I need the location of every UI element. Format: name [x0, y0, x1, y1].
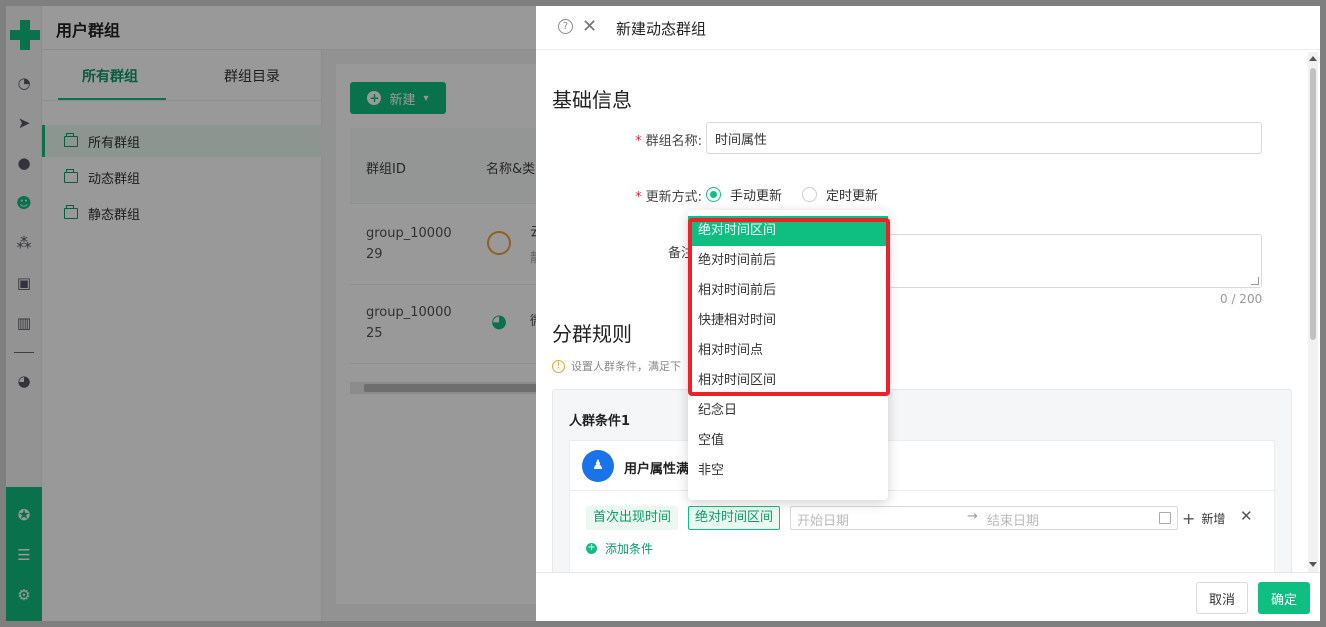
confirm-button[interactable]: 确定 [1258, 582, 1310, 614]
modal-overlay[interactable] [6, 6, 536, 621]
rule-card-header: ♟ 用户属性满 [570, 441, 1276, 491]
warning-icon: ! [552, 359, 565, 373]
scrollbar-thumb[interactable] [1310, 68, 1316, 340]
remark-label: 备注 [667, 246, 694, 261]
section-title-rules: 分群规则 [552, 322, 632, 346]
dropdown-option-anniversary[interactable]: 纪念日 [688, 396, 888, 426]
date-range-picker[interactable]: 开始日期 → 结束日期 [790, 506, 1178, 530]
drawer-title: 新建动态群组 [616, 20, 707, 38]
operator-select[interactable]: 绝对时间区间 [688, 506, 781, 530]
group-name-input[interactable]: 时间属性 [706, 122, 1262, 154]
scroll-down-icon[interactable] [1309, 562, 1317, 567]
annotation-highlight-box [688, 218, 890, 396]
rule-card: ♟ 用户属性满 首次出现时间 绝对时间区间 开始日期 → 结束日期 + 新增 ✕ [569, 440, 1276, 590]
group-name-label: * 群组名称: [635, 134, 702, 149]
remove-condition-icon[interactable]: ✕ [1240, 507, 1253, 525]
cancel-button[interactable]: 取消 [1196, 582, 1248, 614]
arrow-right-icon: → [967, 509, 978, 524]
radio-checked-icon [706, 187, 721, 202]
section-title-basic-info: 基础信息 [552, 88, 632, 112]
add-new-button[interactable]: + 新增 [1182, 509, 1225, 528]
radio-unchecked-icon [802, 187, 817, 202]
resize-handle-icon[interactable] [1251, 277, 1259, 285]
plus-circle-icon: + [586, 543, 597, 554]
calendar-icon [1159, 512, 1171, 524]
scroll-up-icon[interactable] [1309, 56, 1317, 61]
condition-group-title: 人群条件1 [569, 414, 631, 429]
user-attribute-icon: ♟ [582, 450, 614, 482]
condition-group: 人群条件1 ♟ 用户属性满 首次出现时间 绝对时间区间 开始日期 → 结束日期 … [552, 389, 1292, 590]
drawer-header: ? ✕ 新建动态群组 [536, 6, 1320, 50]
drawer-footer: 取消 确定 [536, 572, 1320, 621]
radio-scheduled-update[interactable]: 定时更新 [802, 185, 878, 204]
field-select[interactable]: 首次出现时间 [586, 506, 679, 530]
rule-card-title: 用户属性满 [624, 462, 690, 477]
update-mode-label: * 更新方式: [635, 190, 702, 205]
add-condition-button[interactable]: + 添加条件 [586, 540, 653, 557]
start-date-input[interactable]: 开始日期 [797, 510, 849, 529]
dropdown-option-empty[interactable]: 空值 [688, 426, 888, 456]
rules-tip: ! 设置人群条件，满足下 [552, 358, 681, 374]
plus-icon: + [1182, 509, 1196, 528]
radio-manual-update[interactable]: 手动更新 [706, 185, 782, 204]
end-date-input[interactable]: 结束日期 [987, 510, 1039, 529]
drawer-scrollbar[interactable] [1308, 52, 1318, 572]
close-icon[interactable]: ✕ [582, 16, 597, 37]
remark-counter: 0 / 200 [1220, 292, 1263, 306]
help-icon[interactable]: ? [558, 19, 573, 34]
dropdown-option-not-empty[interactable]: 非空 [688, 456, 888, 486]
new-dynamic-group-drawer: ? ✕ 新建动态群组 基础信息 * 群组名称: 时间属性 * 更新方式: 手动更新 … [536, 6, 1320, 621]
app-window: ◔ ➤ ● ☻ ⁂ ▣ ▥ ◕ ✪ ☰ ⚙ 用户群组 所有群组 群组目录 所有群… [6, 6, 1320, 621]
